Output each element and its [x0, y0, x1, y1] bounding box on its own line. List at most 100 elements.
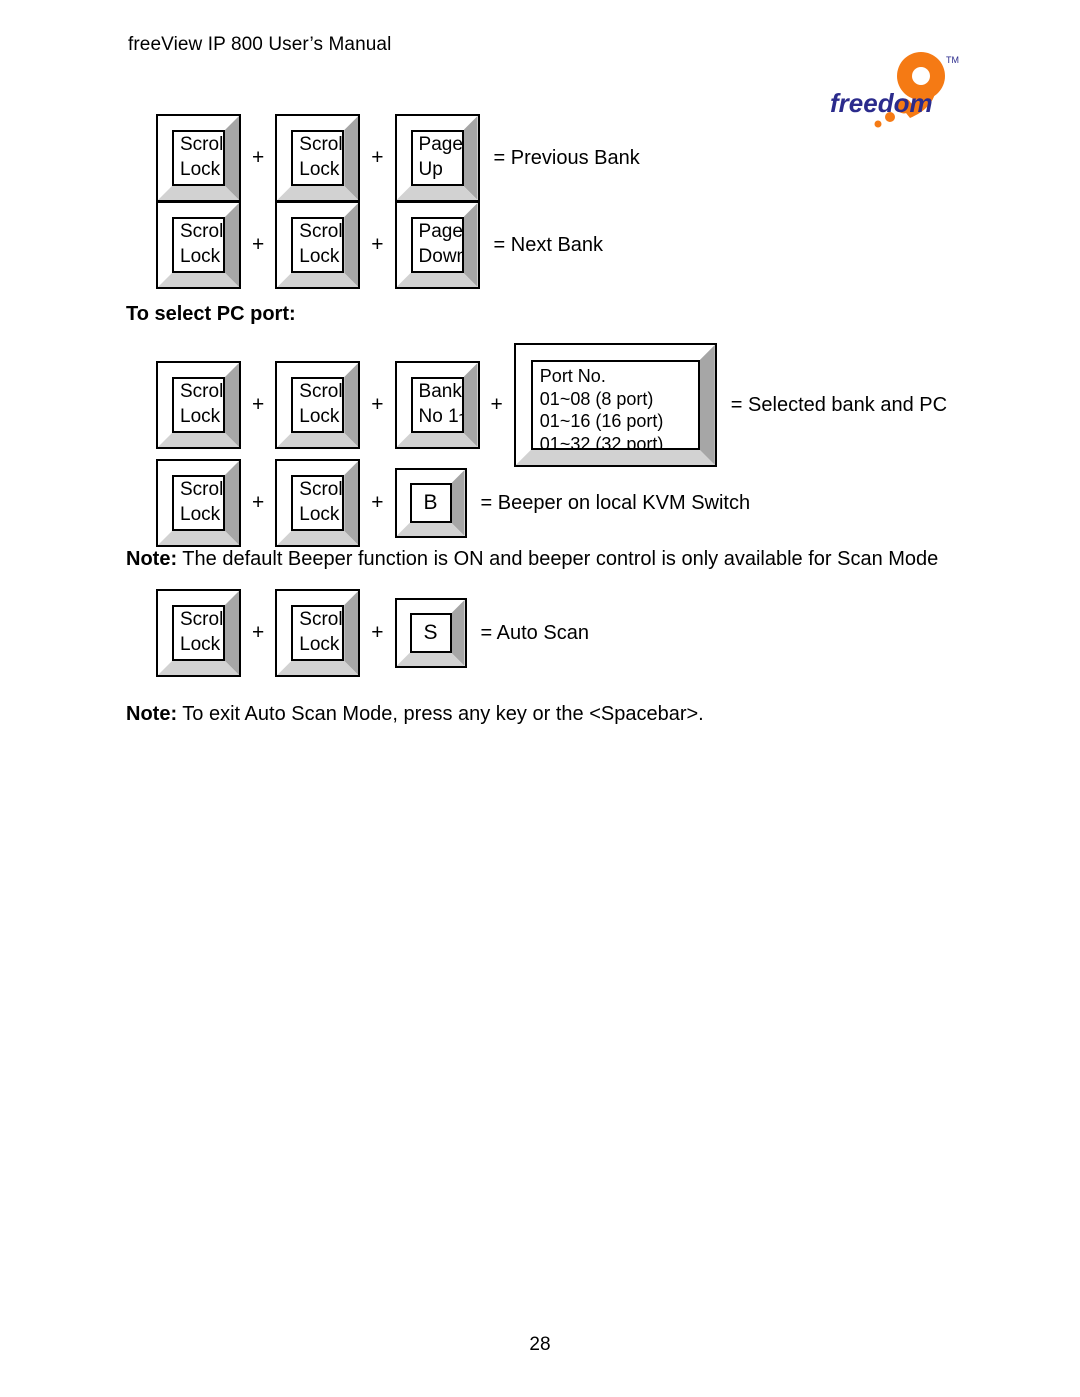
- key-scroll-lock: Scroll Lock: [156, 459, 241, 547]
- page-header-title: freeView IP 800 User’s Manual: [128, 34, 392, 55]
- page-number: 28: [529, 1334, 551, 1355]
- key-bevel-right: [225, 203, 239, 287]
- key-bevel-top: [397, 203, 478, 217]
- key-scroll-lock: Scroll Lock: [275, 589, 361, 677]
- shortcut-row-previous-bank: Scroll Lock + Scroll Lock + Page Up = Pr…: [156, 114, 640, 202]
- key-face: Page Up: [410, 130, 464, 186]
- key-face: Scroll Lock: [172, 377, 225, 433]
- key-face: Scroll Lock: [291, 377, 345, 433]
- plus-separator: +: [490, 393, 503, 416]
- shortcut-result-label: = Next Bank: [493, 233, 604, 256]
- key-label-line2: Down: [418, 246, 464, 267]
- key-label-line2: Lock: [299, 159, 340, 180]
- port-box-line1: Port No.: [539, 366, 606, 386]
- key-bevel-top: [158, 461, 239, 475]
- logo-dot-3: [874, 120, 882, 128]
- key-bevel-top: [516, 345, 715, 360]
- key-face: Scroll Lock: [291, 605, 345, 661]
- key-bevel-bottom: [158, 531, 239, 545]
- key-bevel-left: [397, 600, 410, 666]
- key-face: Scroll Lock: [291, 130, 345, 186]
- key-bevel-top: [277, 591, 358, 605]
- key-bevel-left: [158, 461, 172, 545]
- key-label-line2: Lock: [299, 634, 340, 655]
- key-scroll-lock: Scroll Lock: [156, 114, 241, 202]
- key-bevel-left: [277, 591, 291, 675]
- key-label-line2: Lock: [180, 504, 221, 525]
- shortcut-row-beeper: Scroll Lock + Scroll Lock + B = Beeper o: [156, 459, 750, 547]
- key-bevel-left: [397, 203, 411, 287]
- key-bevel-left: [277, 461, 291, 545]
- key-bevel-bottom: [158, 273, 239, 287]
- key-bevel-top: [158, 203, 239, 217]
- port-box-line3: 01~16 (16 port): [539, 411, 664, 432]
- key-page-up: Page Up: [394, 114, 480, 202]
- key-label-line2: Lock: [180, 246, 221, 267]
- plus-separator: +: [252, 491, 265, 514]
- port-box-line2: 01~08 (8 port): [539, 388, 654, 409]
- key-bevel-top: [397, 470, 465, 483]
- key-face: Scroll Lock: [172, 605, 225, 661]
- freedom9-logo: TM freedom: [828, 48, 964, 132]
- key-face: Scroll Lock: [172, 217, 225, 273]
- key-scroll-lock: Scroll Lock: [156, 361, 241, 449]
- key-label-line1: Scroll: [180, 221, 225, 243]
- shortcut-result-label: = Previous Bank: [493, 146, 640, 169]
- key-scroll-lock: Scroll Lock: [275, 201, 361, 289]
- key-bevel-left: [397, 470, 410, 536]
- key-face: Port No. 01~08 (8 port) 01~16 (16 port) …: [530, 360, 700, 450]
- key-bevel-bottom: [277, 531, 358, 545]
- key-face: Scroll Lock: [172, 475, 225, 531]
- key-bevel-right: [344, 461, 358, 545]
- key-bevel-left: [516, 345, 531, 465]
- key-bevel-right: [464, 203, 478, 287]
- key-label-line2: Lock: [180, 406, 221, 427]
- key-bevel-top: [397, 116, 478, 130]
- key-bevel-bottom: [277, 661, 358, 675]
- key-bevel-right: [344, 203, 358, 287]
- key-face: Bank No 1~8: [410, 377, 464, 433]
- key-bevel-top: [397, 363, 478, 377]
- plus-separator: +: [252, 233, 265, 256]
- key-label-line1: Scroll: [180, 134, 225, 156]
- key-label-line2: Up: [418, 159, 443, 180]
- port-box-line4: 01~32 (32 port): [539, 434, 664, 450]
- key-label-line2: Lock: [180, 634, 221, 655]
- key-scroll-lock: Scroll Lock: [156, 589, 241, 677]
- key-label-line2: No 1~8: [418, 406, 462, 427]
- shortcut-row-auto-scan: Scroll Lock + Scroll Lock + S = Auto Sca: [156, 589, 589, 677]
- key-letter-s: S: [394, 598, 467, 668]
- note-auto-scan: Note: To exit Auto Scan Mode, press any …: [126, 703, 704, 726]
- logo-trademark: TM: [946, 55, 959, 65]
- logo-wordmark: freedom: [830, 88, 933, 118]
- shortcut-result-label: = Beeper on local KVM Switch: [480, 491, 751, 514]
- key-label-line2: Lock: [180, 159, 221, 180]
- key-bevel-top: [277, 461, 358, 475]
- key-face: Page Down: [410, 217, 464, 273]
- plus-separator: +: [371, 393, 384, 416]
- note-beeper: Note: The default Beeper function is ON …: [126, 548, 938, 571]
- key-bevel-right: [464, 363, 478, 447]
- note-label: Note:: [126, 548, 178, 570]
- key-bevel-right: [225, 363, 239, 447]
- key-face: Scroll Lock: [291, 475, 345, 531]
- key-bevel-left: [277, 116, 291, 200]
- key-bevel-bottom: [277, 186, 358, 200]
- note-text: To exit Auto Scan Mode, press any key or…: [177, 703, 704, 725]
- key-bevel-left: [158, 591, 172, 675]
- plus-separator: +: [371, 621, 384, 644]
- key-bevel-top: [277, 116, 358, 130]
- plus-separator: +: [252, 621, 265, 644]
- key-label-letter: S: [423, 621, 438, 645]
- key-label-line1: Scroll: [299, 479, 345, 501]
- key-bevel-bottom: [277, 273, 358, 287]
- key-bevel-top: [397, 600, 465, 613]
- key-label-line2: Lock: [299, 246, 340, 267]
- key-bevel-bottom: [397, 653, 465, 666]
- key-bevel-right: [344, 363, 358, 447]
- key-page-down: Page Down: [394, 201, 480, 289]
- key-bevel-right: [344, 116, 358, 200]
- key-face: S: [409, 613, 452, 653]
- key-bevel-right: [464, 116, 478, 200]
- key-bevel-left: [277, 363, 291, 447]
